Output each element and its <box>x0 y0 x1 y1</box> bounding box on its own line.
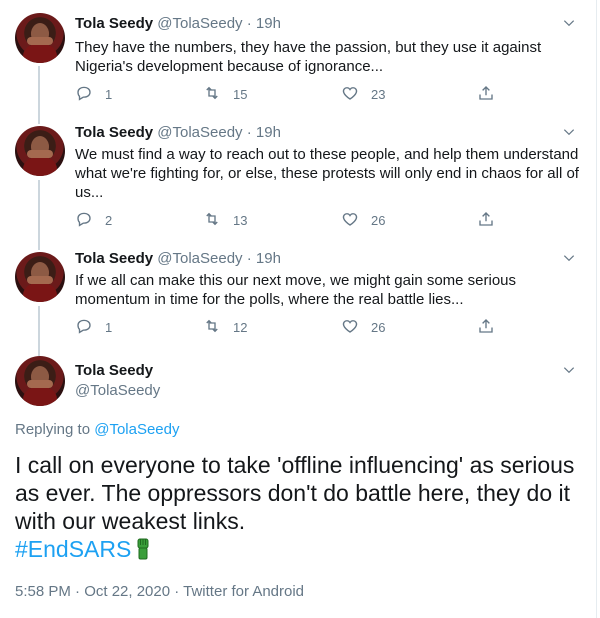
avatar[interactable] <box>15 356 65 406</box>
author-name[interactable]: Tola Seedy <box>75 124 153 141</box>
hashtag-line: #EndSARS <box>15 535 585 563</box>
reply-icon <box>75 317 93 338</box>
main-tweet-text: I call on everyone to take 'offline infl… <box>15 452 575 534</box>
avatar[interactable] <box>15 252 65 302</box>
reply-count: 1 <box>105 86 113 102</box>
share-icon <box>477 210 495 231</box>
hashtag-link[interactable]: #EndSARS <box>15 536 131 562</box>
share-button[interactable] <box>477 317 495 337</box>
like-button[interactable]: 26 <box>341 317 385 337</box>
heart-icon <box>341 84 359 105</box>
author-name[interactable]: Tola Seedy <box>75 15 153 32</box>
replying-to: Replying to @TolaSeedy <box>15 421 180 438</box>
chevron-down-icon[interactable] <box>562 363 576 377</box>
main-tweet-body: I call on everyone to take 'offline infl… <box>15 451 585 563</box>
raised-fist-icon <box>135 538 151 560</box>
share-button[interactable] <box>477 210 495 230</box>
thread-tweet-1[interactable]: Tola Seedy @TolaSeedy · 19h They have th… <box>0 0 596 118</box>
retweet-icon <box>203 317 221 338</box>
retweet-icon <box>203 84 221 105</box>
heart-icon <box>341 317 359 338</box>
thread-tweet-3[interactable]: Tola Seedy @TolaSeedy · 19h If we all ca… <box>0 244 596 356</box>
tweet-text: They have the numbers, they have the pas… <box>75 39 542 75</box>
tweet-timestamp[interactable]: 5:58 PM · Oct 22, 2020 · Twitter for And… <box>15 583 304 600</box>
retweet-button[interactable]: 15 <box>203 84 247 104</box>
reply-button[interactable]: 2 <box>75 210 112 230</box>
avatar[interactable] <box>15 126 65 176</box>
thread-connector-line <box>38 118 40 124</box>
thread-connector-line <box>38 66 40 118</box>
tweet-time[interactable]: 19h <box>256 124 281 141</box>
thread-tweet-2[interactable]: Tola Seedy @TolaSeedy · 19h We must find… <box>0 118 596 244</box>
retweet-count: 13 <box>233 212 248 228</box>
like-count: 26 <box>371 212 386 228</box>
author-name[interactable]: Tola Seedy <box>75 362 153 379</box>
tweet-actions: 1 15 23 <box>75 84 495 104</box>
retweet-count: 15 <box>233 86 248 102</box>
tweet-header: Tola Seedy @TolaSeedy · 19h <box>75 249 281 269</box>
like-button[interactable]: 26 <box>341 210 385 230</box>
author-handle: @TolaSeedy <box>157 124 243 141</box>
chevron-down-icon[interactable] <box>562 125 576 139</box>
thread-connector-line <box>38 244 40 250</box>
author-handle[interactable]: @TolaSeedy <box>75 382 160 399</box>
thread-connector-line <box>38 306 40 356</box>
separator: · <box>246 124 252 141</box>
tweet-time[interactable]: 19h <box>256 15 281 32</box>
reply-button[interactable]: 1 <box>75 84 112 104</box>
tweet-text: If we all can make this our next move, w… <box>75 272 517 308</box>
retweet-button[interactable]: 13 <box>203 210 247 230</box>
separator: · <box>246 250 252 267</box>
main-tweet-header: Tola Seedy @TolaSeedy <box>0 356 596 416</box>
heart-icon <box>341 210 359 231</box>
reply-icon <box>75 210 93 231</box>
author-handle: @TolaSeedy <box>157 15 243 32</box>
like-count: 26 <box>371 319 386 335</box>
tweet-header: Tola Seedy @TolaSeedy · 19h <box>75 14 281 34</box>
tweet-actions: 1 12 26 <box>75 317 495 337</box>
avatar[interactable] <box>15 13 65 63</box>
tweet-header: Tola Seedy @TolaSeedy · 19h <box>75 123 281 143</box>
share-icon <box>477 84 495 105</box>
tweet-actions: 2 13 26 <box>75 210 495 230</box>
retweet-count: 12 <box>233 319 248 335</box>
reply-count: 2 <box>105 212 113 228</box>
tweet-text: We must find a way to reach out to these… <box>75 146 579 201</box>
reply-button[interactable]: 1 <box>75 317 112 337</box>
reply-count: 1 <box>105 319 113 335</box>
reply-icon <box>75 84 93 105</box>
tweet-thread-panel: Tola Seedy @TolaSeedy · 19h They have th… <box>0 0 597 618</box>
author-name[interactable]: Tola Seedy <box>75 250 153 267</box>
share-icon <box>477 317 495 338</box>
tweet-time[interactable]: 19h <box>256 250 281 267</box>
author-handle: @TolaSeedy <box>157 250 243 267</box>
retweet-icon <box>203 210 221 231</box>
share-button[interactable] <box>477 84 495 104</box>
separator: · <box>246 15 252 32</box>
retweet-button[interactable]: 12 <box>203 317 247 337</box>
like-button[interactable]: 23 <box>341 84 385 104</box>
chevron-down-icon[interactable] <box>562 16 576 30</box>
like-count: 23 <box>371 86 386 102</box>
replying-label: Replying to <box>15 421 91 438</box>
replying-to-link[interactable]: @TolaSeedy <box>94 421 179 438</box>
thread-connector-line <box>38 180 40 244</box>
chevron-down-icon[interactable] <box>562 251 576 265</box>
